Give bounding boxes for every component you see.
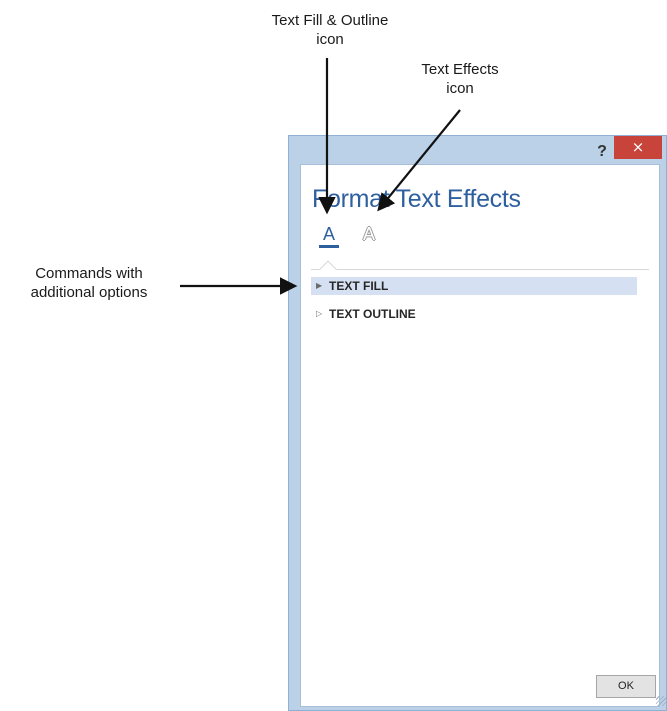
selected-tab-pointer bbox=[319, 260, 337, 278]
help-button[interactable]: ? bbox=[591, 141, 613, 163]
format-text-effects-dialog: ? × Format Text Effects A A ▶ TEXT FILL … bbox=[288, 135, 667, 711]
callout-text-effects: Text Effects icon bbox=[395, 60, 525, 98]
icon-tabs: A A bbox=[301, 223, 659, 253]
task-pane: Format Text Effects A A ▶ TEXT FILL ▷ TE… bbox=[300, 164, 660, 707]
ok-button[interactable]: OK bbox=[596, 675, 656, 698]
callout-text-fill-outline: Text Fill & Outline icon bbox=[250, 11, 410, 49]
text-fill-outline-icon[interactable]: A bbox=[318, 223, 340, 249]
callout-commands-line2: additional options bbox=[30, 284, 148, 301]
section-text-outline[interactable]: ▷ TEXT OUTLINE bbox=[311, 305, 637, 323]
section-label: TEXT OUTLINE bbox=[329, 307, 416, 321]
callout-text-effects-line2: icon bbox=[446, 80, 474, 97]
callout-text-effects-line1: Text Effects bbox=[421, 61, 499, 78]
panel-title: Format Text Effects bbox=[312, 185, 521, 213]
expand-arrow-icon: ▶ bbox=[316, 281, 323, 290]
callout-commands: Commands with additional options bbox=[0, 264, 178, 302]
expand-arrow-icon: ▷ bbox=[316, 309, 323, 318]
text-effects-icon[interactable]: A bbox=[358, 223, 380, 249]
section-text-fill[interactable]: ▶ TEXT FILL bbox=[311, 277, 637, 295]
resize-grip-icon[interactable] bbox=[656, 696, 666, 706]
callout-text-fill-outline-line2: icon bbox=[316, 31, 344, 48]
close-button[interactable]: × bbox=[614, 136, 662, 159]
tab-divider bbox=[311, 269, 649, 270]
callout-commands-line1: Commands with bbox=[35, 265, 143, 282]
callout-text-fill-outline-line1: Text Fill & Outline bbox=[271, 12, 389, 29]
section-label: TEXT FILL bbox=[329, 279, 389, 293]
